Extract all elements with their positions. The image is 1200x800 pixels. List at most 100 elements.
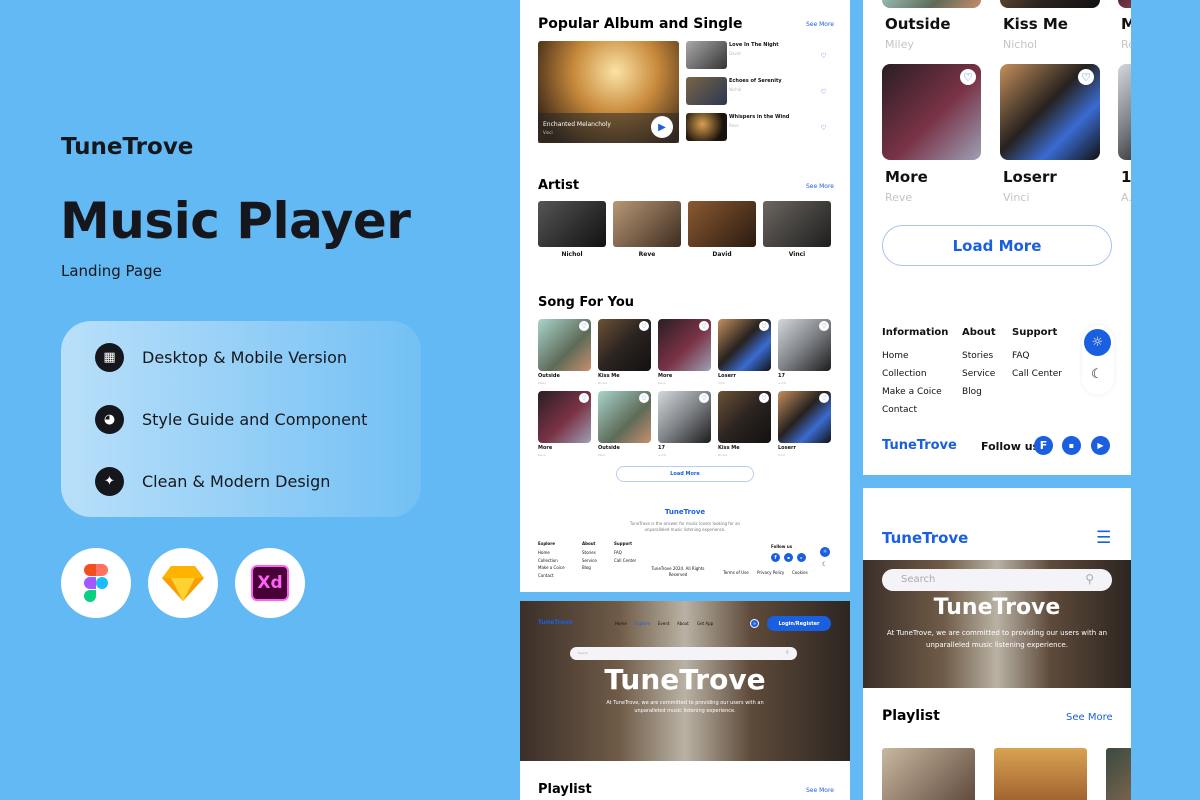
song-title[interactable]: 17 xyxy=(658,445,665,451)
heart-icon[interactable]: ♡ xyxy=(819,321,829,331)
song-image[interactable]: ♡ xyxy=(778,319,831,371)
login-register-button[interactable]: Login/Register xyxy=(767,616,831,631)
artist-image[interactable] xyxy=(763,201,831,247)
song-title[interactable]: More xyxy=(885,168,928,186)
see-more-link[interactable]: See More xyxy=(806,787,834,794)
heart-icon[interactable]: ♡ xyxy=(960,69,976,85)
song-title[interactable]: 17 xyxy=(1121,168,1131,186)
gallery-icon[interactable]: ▪ xyxy=(784,553,793,562)
load-more-button[interactable]: Load More xyxy=(882,225,1112,266)
footer-link[interactable]: Service xyxy=(962,369,995,379)
heart-icon[interactable]: ♡ xyxy=(759,393,769,403)
song-title[interactable]: Outside xyxy=(598,445,620,451)
song-title[interactable]: Loserr xyxy=(1003,168,1057,186)
heart-icon[interactable]: ♡ xyxy=(1078,69,1094,85)
load-more-button[interactable]: Load More xyxy=(616,466,754,482)
footer-link[interactable]: Collection xyxy=(538,558,558,563)
song-image[interactable]: ♡ xyxy=(538,319,591,371)
nav-event[interactable]: Event xyxy=(658,621,669,626)
nav-about[interactable]: About xyxy=(677,621,689,626)
footer-link[interactable]: Home xyxy=(882,351,909,361)
mobile-brand[interactable]: TuneTrove xyxy=(882,529,968,547)
theme-toggle[interactable]: ☼ ☾ xyxy=(1082,325,1114,395)
search-input[interactable]: Search ⚲ xyxy=(570,647,797,660)
song-title[interactable]: Outside xyxy=(885,15,951,33)
theme-toggle-icon[interactable]: ☼ xyxy=(750,619,759,628)
hamburger-menu-icon[interactable]: ☰ xyxy=(1096,528,1111,548)
dark-mode-icon[interactable]: ☾ xyxy=(822,561,827,568)
heart-icon[interactable]: ♡ xyxy=(818,50,829,61)
footer-link[interactable]: Collection xyxy=(882,369,927,379)
terms-link[interactable]: Terms of Use xyxy=(723,570,749,575)
footer-link[interactable]: Blog xyxy=(962,387,982,397)
nav-home[interactable]: Home xyxy=(615,621,627,626)
nav-get-app[interactable]: Get App xyxy=(697,621,713,626)
song-image[interactable]: ♡ xyxy=(658,319,711,371)
footer-link[interactable]: Home xyxy=(538,550,550,555)
see-more-link[interactable]: See More xyxy=(806,21,834,28)
song-title[interactable]: More xyxy=(538,445,552,451)
footer-link[interactable]: Service xyxy=(582,558,597,563)
heart-icon[interactable]: ♡ xyxy=(579,393,589,403)
song-title[interactable]: 17 xyxy=(778,373,785,379)
song-image[interactable]: ♡ xyxy=(1000,64,1100,160)
search-input[interactable]: Search ⚲ xyxy=(882,569,1112,591)
video-icon[interactable]: ▸ xyxy=(797,553,806,562)
footer-link[interactable]: Contact xyxy=(538,573,554,578)
song-title[interactable]: Loserr xyxy=(778,445,796,451)
artist-image[interactable] xyxy=(688,201,756,247)
song-title[interactable]: Kiss Me xyxy=(1003,15,1068,33)
footer-link[interactable]: Blog xyxy=(582,565,591,570)
footer-link[interactable]: FAQ xyxy=(614,550,622,555)
heart-icon[interactable]: ♡ xyxy=(579,321,589,331)
song-image[interactable]: ♡ xyxy=(718,319,771,371)
facebook-icon[interactable]: f xyxy=(771,553,780,562)
heart-icon[interactable]: ♡ xyxy=(819,393,829,403)
see-more-link[interactable]: See More xyxy=(1066,712,1113,723)
heart-icon[interactable]: ♡ xyxy=(699,393,709,403)
track-title[interactable]: Echoes of Serenity xyxy=(729,78,782,84)
footer-link[interactable]: Make a Coice xyxy=(538,565,565,570)
light-mode-icon[interactable]: ☼ xyxy=(820,547,830,557)
cookies-link[interactable]: Cookies xyxy=(792,570,808,575)
song-image[interactable] xyxy=(1000,0,1100,8)
song-title[interactable]: Kiss Me xyxy=(718,445,740,451)
song-image[interactable]: ♡ xyxy=(778,391,831,443)
song-image[interactable] xyxy=(1118,0,1131,8)
footer-link[interactable]: Stories xyxy=(962,351,993,361)
facebook-icon[interactable]: F xyxy=(1034,436,1053,455)
track-title[interactable]: Love In The Night xyxy=(729,42,779,48)
playlist-image[interactable] xyxy=(994,748,1087,800)
heart-icon[interactable]: ♡ xyxy=(818,86,829,97)
nav-brand[interactable]: TuneTrove xyxy=(538,619,573,626)
heart-icon[interactable]: ♡ xyxy=(639,321,649,331)
dark-mode-icon[interactable]: ☾ xyxy=(1091,367,1103,382)
video-icon[interactable]: ▶ xyxy=(1091,436,1110,455)
song-image[interactable]: ♡ xyxy=(598,319,651,371)
song-title[interactable]: M xyxy=(1121,15,1131,33)
nav-explore[interactable]: Explore xyxy=(635,621,650,626)
gallery-icon[interactable]: ▪ xyxy=(1062,436,1081,455)
song-image[interactable]: ♡ xyxy=(718,391,771,443)
heart-icon[interactable]: ♡ xyxy=(699,321,709,331)
artist-image[interactable] xyxy=(538,201,606,247)
song-image[interactable]: ♡ xyxy=(598,391,651,443)
see-more-link[interactable]: See More xyxy=(806,183,834,190)
song-title[interactable]: More xyxy=(658,373,672,379)
privacy-link[interactable]: Privacy Policy xyxy=(757,570,784,575)
playlist-image[interactable] xyxy=(1106,748,1131,800)
song-image[interactable] xyxy=(1118,64,1131,160)
footer-link[interactable]: Call Center xyxy=(1012,369,1062,379)
heart-icon[interactable]: ♡ xyxy=(818,122,829,133)
footer-link[interactable]: Stories xyxy=(582,550,596,555)
song-image[interactable]: ♡ xyxy=(538,391,591,443)
playlist-image[interactable] xyxy=(882,748,975,800)
song-image[interactable]: ♡ xyxy=(882,64,981,160)
light-mode-icon[interactable]: ☼ xyxy=(1084,329,1111,356)
song-title[interactable]: Kiss Me xyxy=(598,373,620,379)
song-image[interactable]: ♡ xyxy=(658,391,711,443)
footer-link[interactable]: Make a Coice xyxy=(882,387,942,397)
song-title[interactable]: Loserr xyxy=(718,373,736,379)
play-button[interactable]: ▶ xyxy=(651,116,673,138)
heart-icon[interactable]: ♡ xyxy=(639,393,649,403)
